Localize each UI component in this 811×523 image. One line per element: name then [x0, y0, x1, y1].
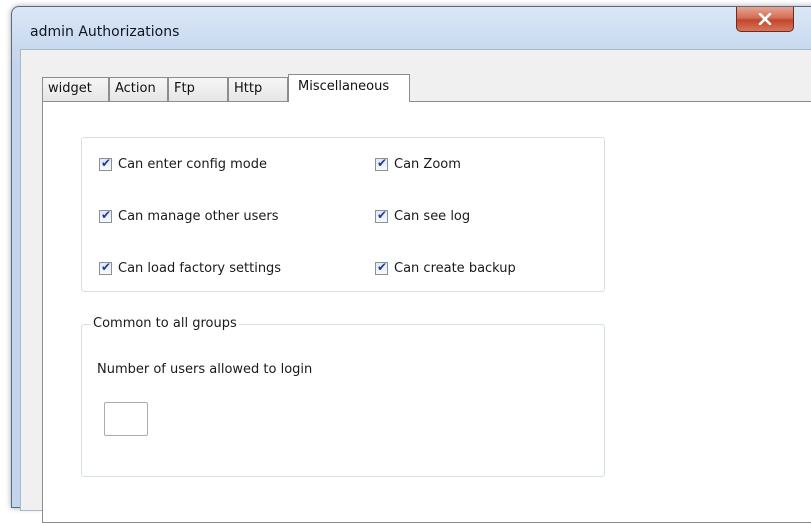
users-allowed-label: Number of users allowed to login: [97, 362, 313, 377]
permissions-group: Can enter config mode Can manage other u…: [81, 137, 605, 292]
authorizations-window: admin Authorizations widget Action Ftp H…: [11, 6, 811, 523]
can-enter-config-mode-checkbox[interactable]: Can enter config mode: [99, 156, 268, 172]
checkbox-checked-icon: [99, 208, 112, 223]
checkbox-checked-icon: [375, 208, 388, 223]
checkbox-label: Can load factory settings: [118, 261, 282, 276]
checkbox-checked-icon: [99, 260, 112, 275]
can-create-backup-checkbox[interactable]: Can create backup: [375, 260, 516, 276]
close-icon: [758, 13, 772, 25]
can-load-factory-settings-checkbox[interactable]: Can load factory settings: [99, 260, 282, 276]
can-see-log-checkbox[interactable]: Can see log: [375, 208, 471, 224]
checkbox-label: Can Zoom: [394, 157, 461, 172]
tab-http[interactable]: Http: [228, 77, 288, 101]
miscellaneous-panel: Can enter config mode Can manage other u…: [42, 101, 811, 523]
dialog-client-area: widget Action Ftp Http Miscellaneous Can…: [20, 49, 811, 523]
checkbox-checked-icon: [375, 156, 388, 171]
title-bar[interactable]: admin Authorizations: [12, 7, 811, 49]
tab-ftp[interactable]: Ftp: [168, 77, 228, 101]
checkbox-label: Can manage other users: [118, 209, 279, 224]
tab-widget[interactable]: widget: [42, 77, 109, 101]
tab-action[interactable]: Action: [109, 77, 168, 101]
close-button[interactable]: [736, 7, 794, 32]
can-zoom-checkbox[interactable]: Can Zoom: [375, 156, 461, 172]
window-title: admin Authorizations: [30, 24, 180, 40]
checkbox-label: Can see log: [394, 209, 471, 224]
tab-miscellaneous[interactable]: Miscellaneous: [288, 74, 410, 102]
checkbox-label: Can enter config mode: [118, 157, 268, 172]
checkbox-label: Can create backup: [394, 261, 516, 276]
checkbox-checked-icon: [375, 260, 388, 275]
group-legend: Common to all groups: [91, 316, 239, 331]
checkbox-checked-icon: [99, 156, 112, 171]
users-allowed-input[interactable]: [104, 402, 148, 436]
can-manage-other-users-checkbox[interactable]: Can manage other users: [99, 208, 279, 224]
common-settings-group: Common to all groups Number of users all…: [81, 316, 605, 477]
